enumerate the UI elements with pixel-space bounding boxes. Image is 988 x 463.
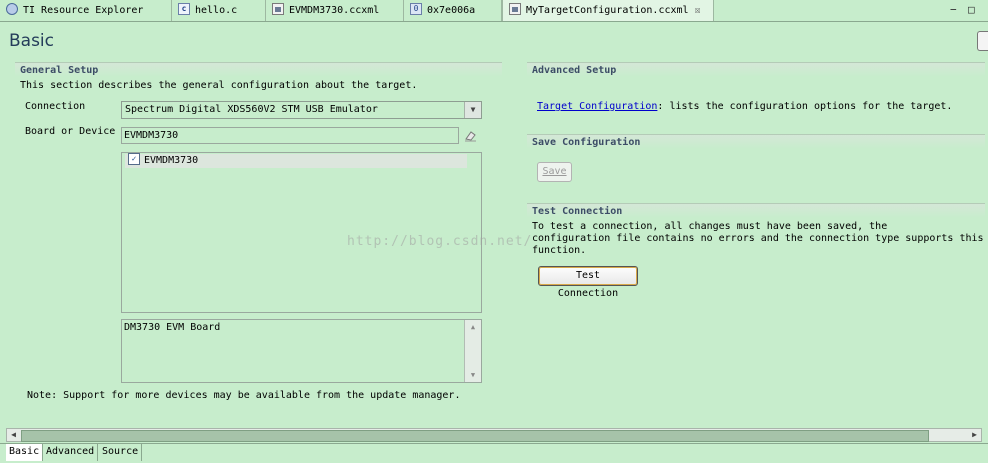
scroll-up-icon[interactable]: ▲ — [465, 320, 481, 334]
board-filter-value: EVMDM3730 — [124, 130, 179, 141]
memory-view-icon: 0 — [410, 3, 422, 15]
list-item[interactable]: ✓ EVMDM3730 — [125, 153, 467, 168]
description-scrollbar[interactable]: ▲ ▼ — [464, 320, 481, 382]
advanced-setup-header[interactable]: Advanced Setup — [527, 62, 985, 77]
tab-hello-c[interactable]: c hello.c — [172, 0, 266, 21]
clear-filter-icon[interactable] — [464, 129, 477, 142]
device-checkbox[interactable]: ✓ — [128, 153, 140, 165]
test-connection-button[interactable]: Test Connection — [538, 266, 638, 299]
device-list[interactable]: ✓ EVMDM3730 — [121, 152, 482, 313]
general-setup-header[interactable]: General Setup — [15, 62, 502, 77]
board-or-device-label: Board or Device — [25, 126, 116, 137]
minimize-icon[interactable]: − — [950, 3, 957, 16]
device-description-box[interactable]: DM3730 EVM Board ▲ ▼ — [121, 319, 482, 383]
connection-value: Spectrum Digital XDS560V2 STM USB Emulat… — [125, 104, 378, 115]
chevron-down-icon[interactable]: ▼ — [464, 102, 481, 118]
device-item-label: EVMDM3730 — [144, 155, 199, 166]
advanced-setup-description: Target Configuration: lists the configur… — [537, 101, 952, 112]
save-button[interactable]: Save — [537, 162, 572, 182]
ccxml-file-icon — [272, 3, 284, 15]
scroll-right-icon[interactable]: ▶ — [968, 429, 981, 441]
tab-memory-0x7e006a[interactable]: 0 0x7e006a — [404, 0, 502, 21]
tab-source[interactable]: Source — [99, 444, 143, 461]
page-tab-bar: Basic Advanced Source — [0, 443, 988, 463]
advanced-setup-text: : lists the configuration options for th… — [657, 101, 953, 112]
tab-mytargetconfiguration-ccxml[interactable]: MyTargetConfiguration.ccxml ☒ — [502, 0, 714, 21]
connection-select[interactable]: Spectrum Digital XDS560V2 STM USB Emulat… — [121, 101, 482, 119]
test-connection-text-line2: configuration file contains no errors an… — [532, 233, 984, 244]
watermark: http://blog.csdn.net/ — [347, 234, 533, 249]
tab-evmdm3730-ccxml[interactable]: EVMDM3730.ccxml — [266, 0, 404, 21]
board-filter-input[interactable]: EVMDM3730 — [121, 127, 459, 144]
test-connection-text-line1: To test a connection, all changes must h… — [532, 221, 888, 232]
editor-tab-bar: TI Resource Explorer c hello.c EVMDM3730.… — [0, 0, 988, 22]
scrollbar-thumb[interactable] — [21, 430, 929, 442]
maximize-icon[interactable]: □ — [968, 3, 975, 16]
globe-icon — [6, 3, 18, 15]
test-connection-header[interactable]: Test Connection — [527, 203, 985, 218]
horizontal-scrollbar[interactable]: ◀ ▶ — [6, 428, 982, 442]
test-connection-text-line3: function. — [532, 245, 587, 256]
c-file-icon: c — [178, 3, 190, 15]
tab-label: EVMDM3730.ccxml — [289, 5, 380, 16]
general-setup-description: This section describes the general confi… — [20, 80, 418, 91]
ccxml-file-icon — [509, 3, 521, 15]
connection-label: Connection — [25, 101, 86, 112]
target-configuration-link[interactable]: Target Configuration — [537, 101, 657, 112]
scroll-left-icon[interactable]: ◀ — [7, 429, 20, 441]
update-manager-note: Note: Support for more devices may be av… — [27, 390, 461, 401]
scroll-down-icon[interactable]: ▼ — [465, 368, 481, 382]
tab-label: TI Resource Explorer — [23, 5, 144, 16]
tab-label: 0x7e006a — [427, 5, 476, 16]
save-configuration-header[interactable]: Save Configuration — [527, 134, 985, 149]
device-description-text: DM3730 EVM Board — [124, 322, 221, 333]
tab-basic[interactable]: Basic — [6, 444, 44, 461]
form-toolbar-button[interactable] — [977, 31, 988, 51]
tab-label: hello.c — [195, 5, 238, 16]
close-tab-icon[interactable]: ☒ — [695, 5, 701, 16]
tab-advanced[interactable]: Advanced — [43, 444, 99, 461]
page-title: Basic — [9, 31, 55, 51]
tab-ti-resource-explorer[interactable]: TI Resource Explorer — [0, 0, 172, 21]
tab-label: MyTargetConfiguration.ccxml — [526, 5, 689, 16]
